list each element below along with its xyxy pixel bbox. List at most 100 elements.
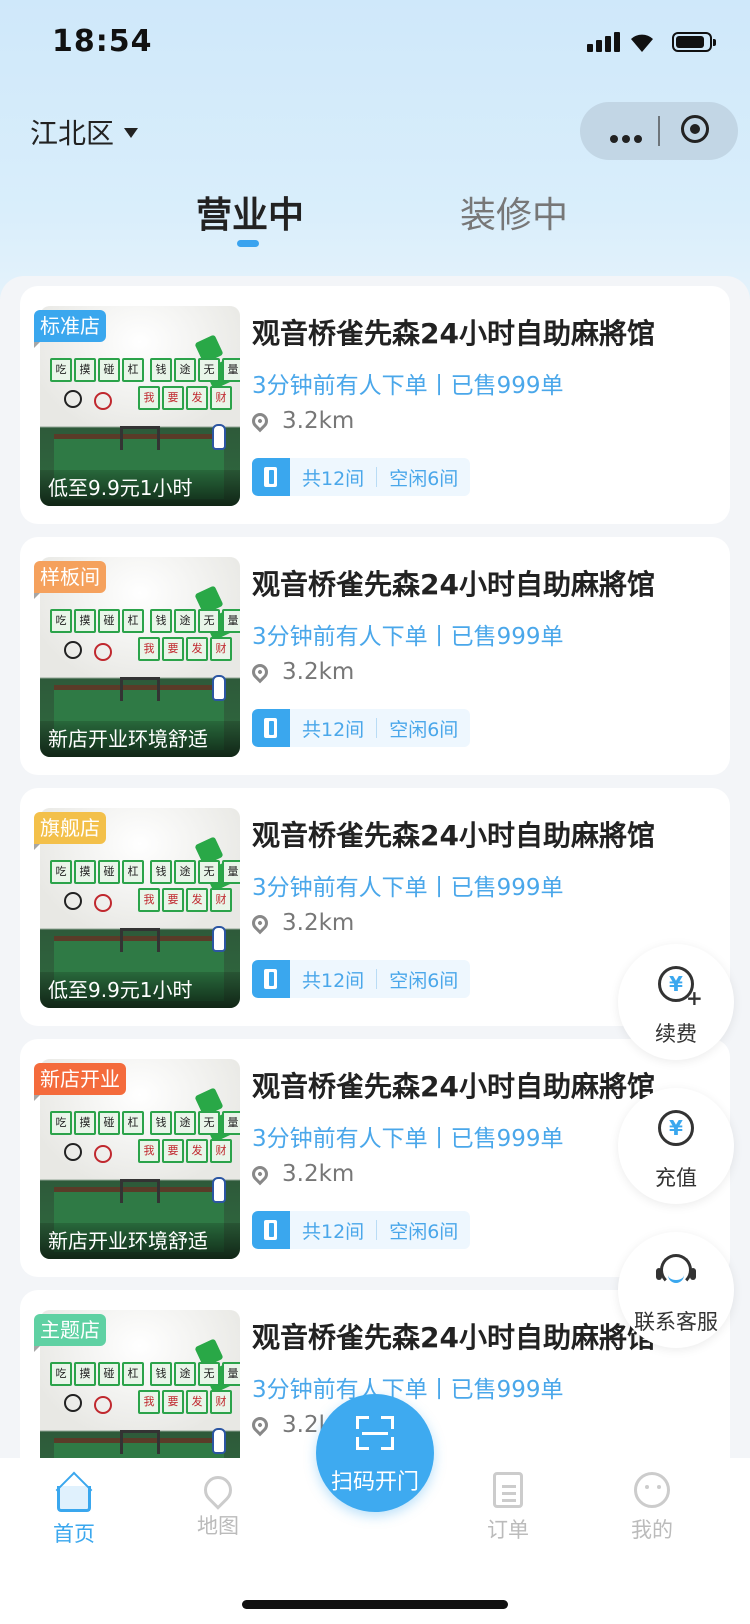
mahjong-tile: 要 (162, 888, 184, 912)
location-pin-icon (248, 1413, 272, 1437)
mahjong-tile: 钱 (150, 358, 172, 382)
rooms-total: 共12间 (302, 1220, 365, 1243)
mahjong-tile: 量 (222, 1362, 240, 1386)
yen-icon: ¥ (658, 1110, 694, 1146)
mahjong-tile: 吃 (50, 609, 72, 633)
store-distance: 3.2km (248, 659, 354, 685)
tabbar-mine[interactable]: 我的 (602, 1472, 702, 1544)
mahjong-tile: 要 (162, 637, 184, 661)
tabbar-orders-label: 订单 (487, 1518, 529, 1542)
mahjong-tile: 杠 (122, 1362, 144, 1386)
plus-icon: + (686, 986, 703, 1010)
mahjong-tile: 量 (222, 358, 240, 382)
tabbar-map[interactable]: 地图 (168, 1470, 268, 1540)
mahjong-tile: 发 (186, 1139, 208, 1163)
thumbnail-caption: 新店开业环境舒适 (40, 721, 240, 757)
recharge-label: 充值 (655, 1166, 697, 1190)
renew-button[interactable]: ¥ + 续费 (618, 944, 734, 1060)
mahjong-tile: 发 (186, 1390, 208, 1414)
mahjong-tile: 摸 (74, 609, 96, 633)
store-type-badge: 样板间 (34, 561, 106, 599)
store-type-badge: 主题店 (34, 1314, 106, 1352)
store-title: 观音桥雀先森24小时自助麻將馆 (252, 1070, 655, 1103)
room-availability: 共12间 空闲6间 (252, 709, 471, 747)
mahjong-tile: 量 (222, 609, 240, 633)
customer-service-button[interactable]: 联系客服 (618, 1232, 734, 1348)
mahjong-tile: 财 (210, 1390, 232, 1414)
store-distance: 3.2km (248, 910, 354, 936)
close-circle-icon[interactable] (681, 115, 709, 143)
mahjong-tile: 财 (210, 386, 232, 410)
mahjong-tile: 碰 (98, 1111, 120, 1135)
signal-icon (587, 32, 623, 52)
rooms-total: 共12间 (302, 718, 365, 741)
tab-renovating[interactable]: 装修中 (460, 186, 568, 238)
region-selector[interactable]: 江北区 (30, 112, 139, 152)
mahjong-tile: 无 (198, 1111, 220, 1135)
status-time: 18:54 (52, 24, 153, 59)
mahjong-tile: 途 (174, 1111, 196, 1135)
store-sales: 3分钟前有人下单丨已售999单 (252, 875, 564, 901)
mahjong-tile: 发 (186, 637, 208, 661)
store-type-badge: 标准店 (34, 310, 106, 348)
mahjong-tile: 吃 (50, 358, 72, 382)
store-distance: 3.2km (248, 1161, 354, 1187)
map-pin-icon (198, 1470, 238, 1510)
scan-open-door-button[interactable]: 扫码开门 (316, 1394, 434, 1512)
mahjong-tile: 我 (138, 1390, 160, 1414)
mahjong-tile: 财 (210, 1139, 232, 1163)
scan-label: 扫码开门 (330, 1470, 419, 1495)
mahjong-tile: 我 (138, 1139, 160, 1163)
store-distance: 3.2km (248, 408, 355, 434)
store-title: 观音桥雀先森24小时自助麻將馆 (252, 568, 655, 601)
mahjong-tile: 要 (162, 1139, 184, 1163)
mahjong-tile: 碰 (98, 358, 120, 382)
mahjong-tile: 摸 (74, 860, 96, 884)
mahjong-tile: 发 (186, 386, 208, 410)
tab-open[interactable]: 营业中 (196, 186, 304, 238)
wifi-icon (631, 34, 653, 52)
rooms-total: 共12间 (302, 467, 365, 490)
mahjong-tile: 我 (138, 386, 160, 410)
store-sales: 3分钟前有人下单丨已售999单 (252, 1377, 564, 1403)
mahjong-tile: 我 (138, 888, 160, 912)
store-card[interactable]: 吃摸碰杠钱途无量我要发财 低至9.9元1小时 标准店 观音桥雀先森24小时自助麻… (20, 286, 730, 524)
miniprogram-capsule (580, 102, 738, 160)
scan-icon (356, 1416, 394, 1450)
mahjong-tile: 无 (198, 358, 220, 382)
tab-indicator (237, 240, 259, 247)
thumbnail-caption: 低至9.9元1小时 (40, 470, 240, 506)
mahjong-tile: 杠 (122, 358, 144, 382)
mahjong-tile: 途 (174, 358, 196, 382)
mahjong-tile: 钱 (150, 1111, 172, 1135)
rooms-idle: 空闲6间 (389, 467, 459, 490)
mahjong-tile: 摸 (74, 1362, 96, 1386)
renew-label: 续费 (655, 1022, 697, 1046)
store-sales: 3分钟前有人下单丨已售999单 (252, 624, 564, 650)
thumbnail-caption: 新店开业环境舒适 (40, 1223, 240, 1259)
mahjong-tile: 无 (198, 1362, 220, 1386)
store-card[interactable]: 吃摸碰杠钱途无量我要发财 新店开业环境舒适 样板间 观音桥雀先森24小时自助麻將… (20, 537, 730, 775)
recharge-button[interactable]: ¥ 充值 (618, 1088, 734, 1204)
store-title: 观音桥雀先森24小时自助麻將馆 (252, 317, 655, 350)
rooms-idle: 空闲6间 (389, 969, 459, 992)
mahjong-tile: 财 (210, 637, 232, 661)
door-icon (252, 960, 290, 998)
region-label: 江北区 (30, 117, 115, 150)
distance-value: 3.2km (282, 408, 355, 434)
mahjong-tile: 杠 (122, 860, 144, 884)
store-sales: 3分钟前有人下单丨已售999单 (252, 373, 564, 399)
door-icon (252, 1211, 290, 1249)
tabbar-home[interactable]: 首页 (24, 1472, 124, 1548)
tabbar-orders[interactable]: 订单 (458, 1472, 558, 1544)
location-pin-icon (248, 1162, 272, 1186)
rooms-idle: 空闲6间 (389, 718, 459, 741)
thumbnail-caption: 低至9.9元1小时 (40, 972, 240, 1008)
door-icon (252, 458, 290, 496)
customer-service-label: 联系客服 (634, 1310, 718, 1334)
mahjong-tile: 要 (162, 1390, 184, 1414)
more-icon[interactable] (610, 128, 646, 147)
capsule-divider (658, 116, 660, 146)
mahjong-tile: 我 (138, 637, 160, 661)
mahjong-tile: 摸 (74, 358, 96, 382)
